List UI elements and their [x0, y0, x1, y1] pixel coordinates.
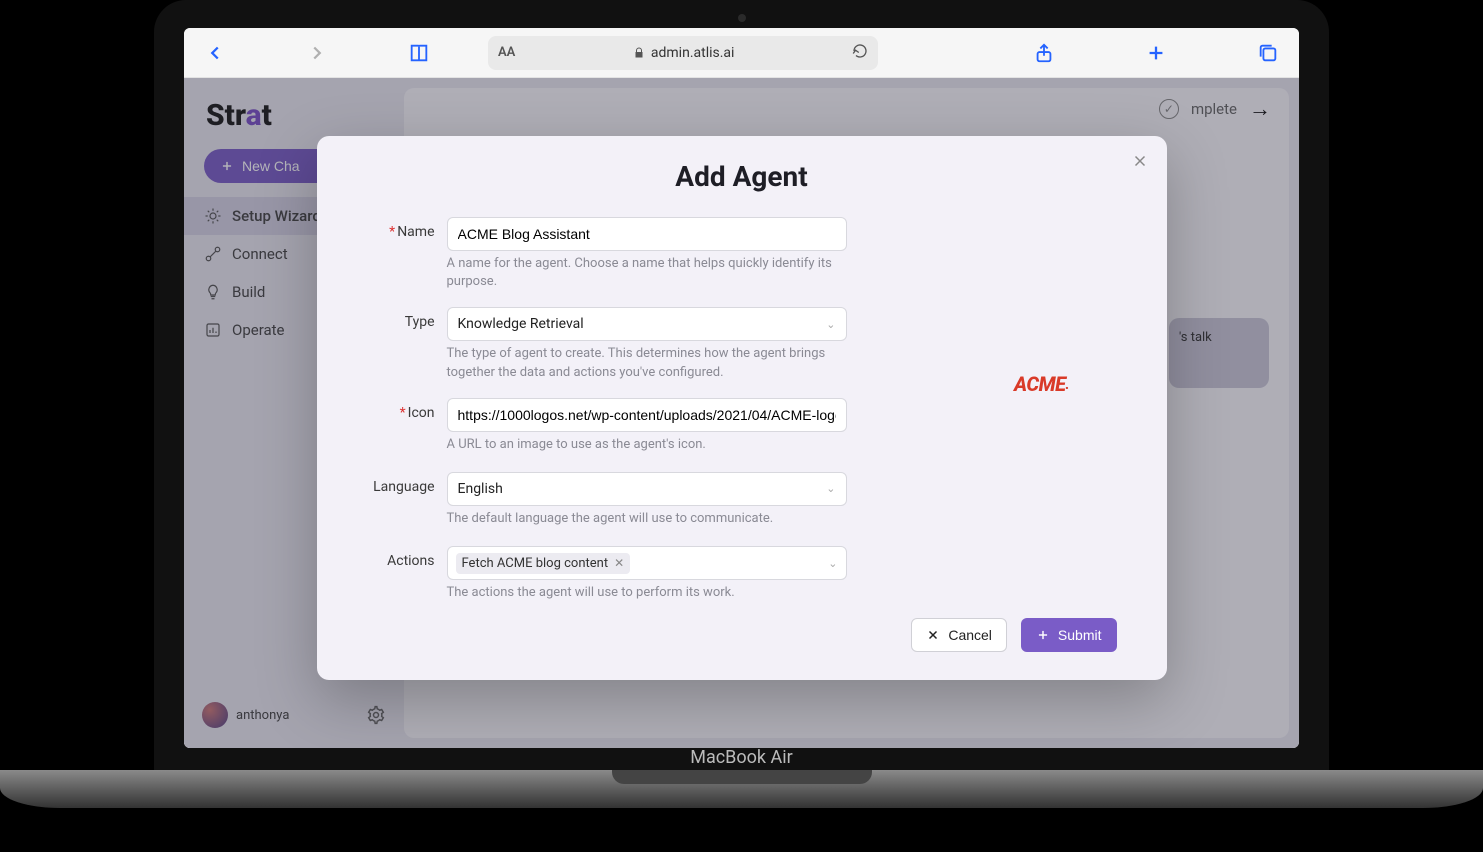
- name-input[interactable]: [447, 217, 847, 251]
- trackpad-notch: [612, 770, 872, 784]
- lock-icon: [633, 47, 645, 59]
- app-body: Strat New Cha Setup Wizard Connect: [184, 78, 1299, 748]
- label-actions: Actions: [367, 546, 447, 569]
- modal-actions: Cancel Submit: [367, 618, 1117, 652]
- modal-title: Add Agent: [367, 160, 1117, 193]
- add-agent-modal: Add Agent *Name A name for the agent. Ch…: [317, 136, 1167, 680]
- help-language: The default language the agent will use …: [447, 510, 847, 528]
- help-icon: A URL to an image to use as the agent's …: [447, 436, 847, 454]
- url-bar[interactable]: AA admin.atlis.ai: [488, 36, 878, 70]
- screen-bezel: AA admin.atlis.ai: [154, 0, 1329, 775]
- icon-url-input[interactable]: [447, 398, 847, 432]
- plus-icon: [1036, 628, 1050, 642]
- share-icon[interactable]: [1033, 42, 1055, 64]
- field-row-actions: Actions Fetch ACME blog content ✕ ⌄ The …: [367, 546, 1117, 602]
- chip-remove-icon[interactable]: ✕: [614, 556, 624, 570]
- field-row-name: *Name A name for the agent. Choose a nam…: [367, 217, 1117, 291]
- action-chip: Fetch ACME blog content ✕: [456, 553, 631, 574]
- camera-icon: [738, 14, 746, 22]
- icon-preview: ACME.: [997, 372, 1087, 396]
- reader-aa-icon[interactable]: AA: [498, 45, 515, 60]
- help-name: A name for the agent. Choose a name that…: [447, 255, 847, 291]
- type-select[interactable]: Knowledge Retrieval ⌄: [447, 307, 847, 341]
- tabs-icon[interactable]: [1257, 42, 1279, 64]
- submit-button[interactable]: Submit: [1021, 618, 1117, 652]
- close-icon[interactable]: [1131, 152, 1149, 170]
- new-tab-icon[interactable]: [1145, 42, 1167, 64]
- label-icon: *Icon: [367, 398, 447, 421]
- help-type: The type of agent to create. This determ…: [447, 345, 847, 381]
- book-icon[interactable]: [408, 42, 430, 64]
- label-type: Type: [367, 307, 447, 330]
- browser-toolbar: AA admin.atlis.ai: [184, 28, 1299, 78]
- label-language: Language: [367, 472, 447, 495]
- help-actions: The actions the agent will use to perfor…: [447, 584, 847, 602]
- chevron-down-icon: ⌄: [828, 557, 837, 570]
- field-row-type: Type Knowledge Retrieval ⌄ The type of a…: [367, 307, 1117, 381]
- chevron-down-icon: ⌄: [826, 482, 835, 495]
- screen: AA admin.atlis.ai: [184, 28, 1299, 748]
- reload-icon[interactable]: [852, 43, 868, 63]
- laptop-base: [0, 770, 1483, 808]
- laptop-frame: AA admin.atlis.ai: [129, 0, 1354, 835]
- url-text: admin.atlis.ai: [651, 45, 735, 61]
- device-label: MacBook Air: [690, 747, 792, 768]
- chevron-down-icon: ⌄: [826, 318, 835, 331]
- field-row-language: Language English ⌄ The default language …: [367, 472, 1117, 528]
- forward-icon: [306, 42, 328, 64]
- cancel-button[interactable]: Cancel: [911, 618, 1007, 652]
- actions-select[interactable]: Fetch ACME blog content ✕ ⌄: [447, 546, 847, 580]
- x-icon: [926, 628, 940, 642]
- language-select[interactable]: English ⌄: [447, 472, 847, 506]
- field-row-icon: *Icon A URL to an image to use as the ag…: [367, 398, 1117, 454]
- label-name: *Name: [367, 217, 447, 240]
- back-icon[interactable]: [204, 42, 226, 64]
